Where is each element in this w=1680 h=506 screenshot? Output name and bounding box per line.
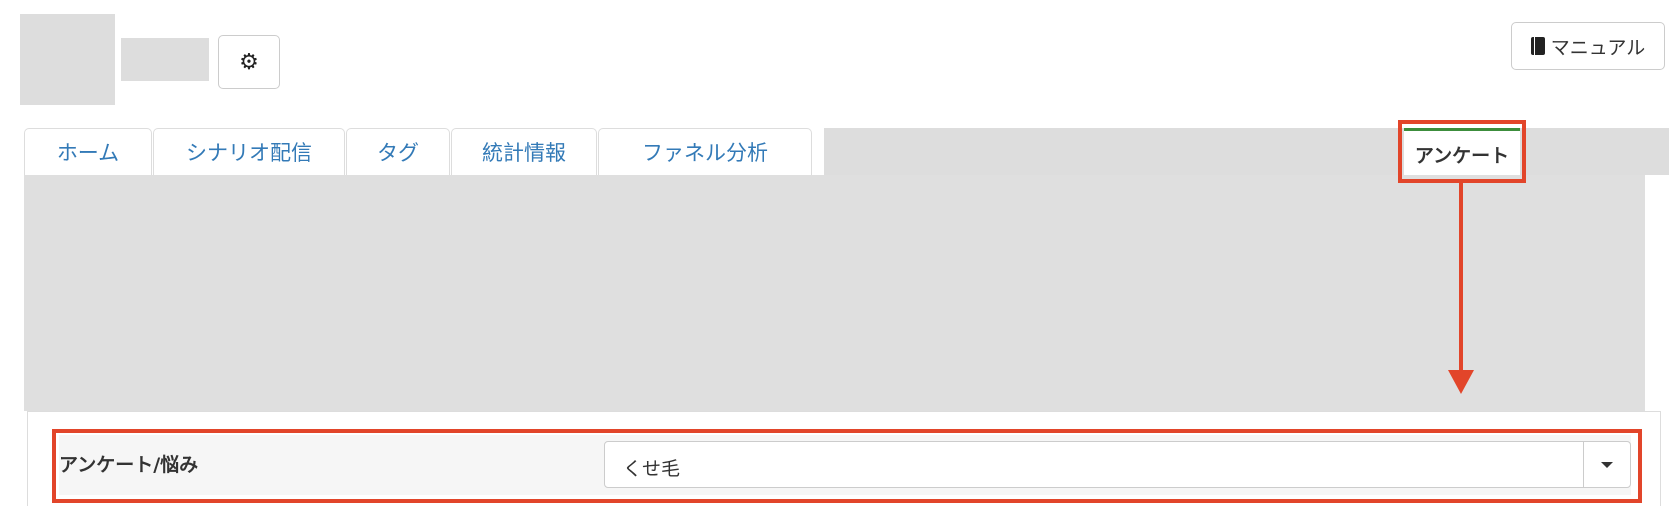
tab-home[interactable]: ホーム (24, 128, 152, 175)
tab-tags[interactable]: タグ (346, 128, 450, 175)
chevron-down-icon[interactable] (1601, 462, 1613, 468)
tab-bar-background (824, 128, 1669, 175)
annotation-arrow-shaft (1459, 183, 1463, 373)
tab-bar: ホーム シナリオ配信 タグ 統計情報 ファネル分析 アンケート (24, 128, 1669, 178)
tab-label: 統計情報 (482, 141, 566, 165)
manual-button-label: マニュアル (1550, 36, 1646, 59)
tab-label: アンケート (1414, 145, 1510, 167)
select-value: くせ毛 (623, 458, 681, 480)
tab-funnel[interactable]: ファネル分析 (598, 128, 812, 175)
tab-scenario[interactable]: シナリオ配信 (153, 128, 345, 175)
survey-field-label: アンケート/悩み (59, 454, 199, 476)
annotation-arrow-head (1448, 370, 1474, 394)
manual-button[interactable]: マニュアル (1511, 22, 1665, 70)
settings-button[interactable]: ⚙ (218, 35, 280, 89)
survey-select[interactable]: くせ毛 (604, 441, 1631, 488)
tab-label: ファネル分析 (642, 141, 768, 165)
tab-survey[interactable]: アンケート (1404, 128, 1520, 178)
book-icon (1530, 37, 1545, 55)
tab-statistics[interactable]: 統計情報 (451, 128, 597, 175)
account-name-placeholder (121, 38, 209, 81)
redacted-panel (24, 175, 1645, 411)
tab-label: タグ (377, 141, 419, 165)
select-divider (1583, 442, 1584, 487)
gear-icon: ⚙ (239, 49, 259, 75)
tab-label: シナリオ配信 (186, 141, 312, 165)
tab-label: ホーム (56, 141, 120, 165)
avatar (20, 14, 115, 105)
